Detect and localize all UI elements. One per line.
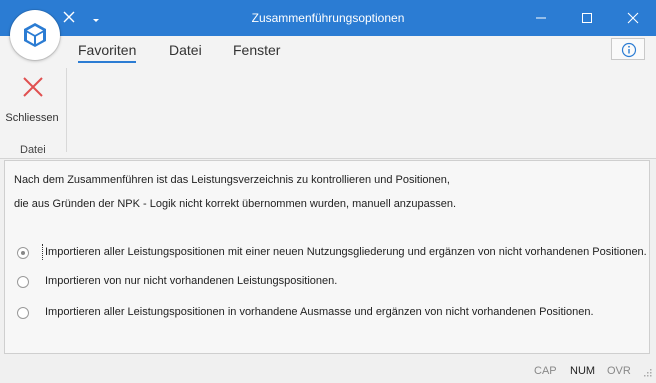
radio-button[interactable] xyxy=(17,307,29,319)
maximize-button[interactable] xyxy=(564,0,610,36)
menu-bar: Favoriten Datei Fenster xyxy=(0,36,656,64)
schliessen-button[interactable]: Schliessen xyxy=(4,68,60,126)
radio-button-selected[interactable] xyxy=(17,247,29,259)
caps-lock-indicator: CAP xyxy=(534,365,557,377)
tab-favoriten[interactable]: Favoriten xyxy=(78,42,137,63)
tab-datei[interactable]: Datei xyxy=(169,42,202,58)
resize-grip-icon[interactable] xyxy=(643,368,652,377)
options-panel: Nach dem Zusammenführen ist das Leistung… xyxy=(4,160,650,354)
schliessen-label: Schliessen xyxy=(5,112,59,124)
option-label-2: Importieren von nur nicht vorhandenen Le… xyxy=(45,275,338,287)
minimize-button[interactable] xyxy=(518,0,564,36)
close-icon xyxy=(23,77,43,97)
ribbon: Schliessen Datei xyxy=(0,64,656,159)
radio-button[interactable] xyxy=(17,276,29,288)
info-button[interactable] xyxy=(611,38,645,60)
description-line-2: die aus Gründen der NPK - Logik nicht ko… xyxy=(14,198,457,210)
title-bar: Zusammenführungsoptionen xyxy=(0,0,656,36)
app-logo[interactable] xyxy=(10,10,60,60)
option-label-3: Importieren aller Leistungspositionen in… xyxy=(45,306,594,318)
ribbon-separator xyxy=(66,68,67,152)
num-lock-indicator: NUM xyxy=(570,365,596,377)
close-window-button[interactable] xyxy=(610,0,656,36)
info-icon xyxy=(621,42,637,58)
overwrite-indicator: OVR xyxy=(607,365,631,377)
description-line-1: Nach dem Zusammenführen ist das Leistung… xyxy=(14,174,450,186)
option-label-1: Importieren aller Leistungspositionen mi… xyxy=(45,246,647,258)
tab-fenster[interactable]: Fenster xyxy=(233,42,280,58)
cube-icon xyxy=(24,23,46,47)
ribbon-group-label: Datei xyxy=(20,144,46,156)
status-bar: CAP NUM OVR xyxy=(0,358,656,383)
